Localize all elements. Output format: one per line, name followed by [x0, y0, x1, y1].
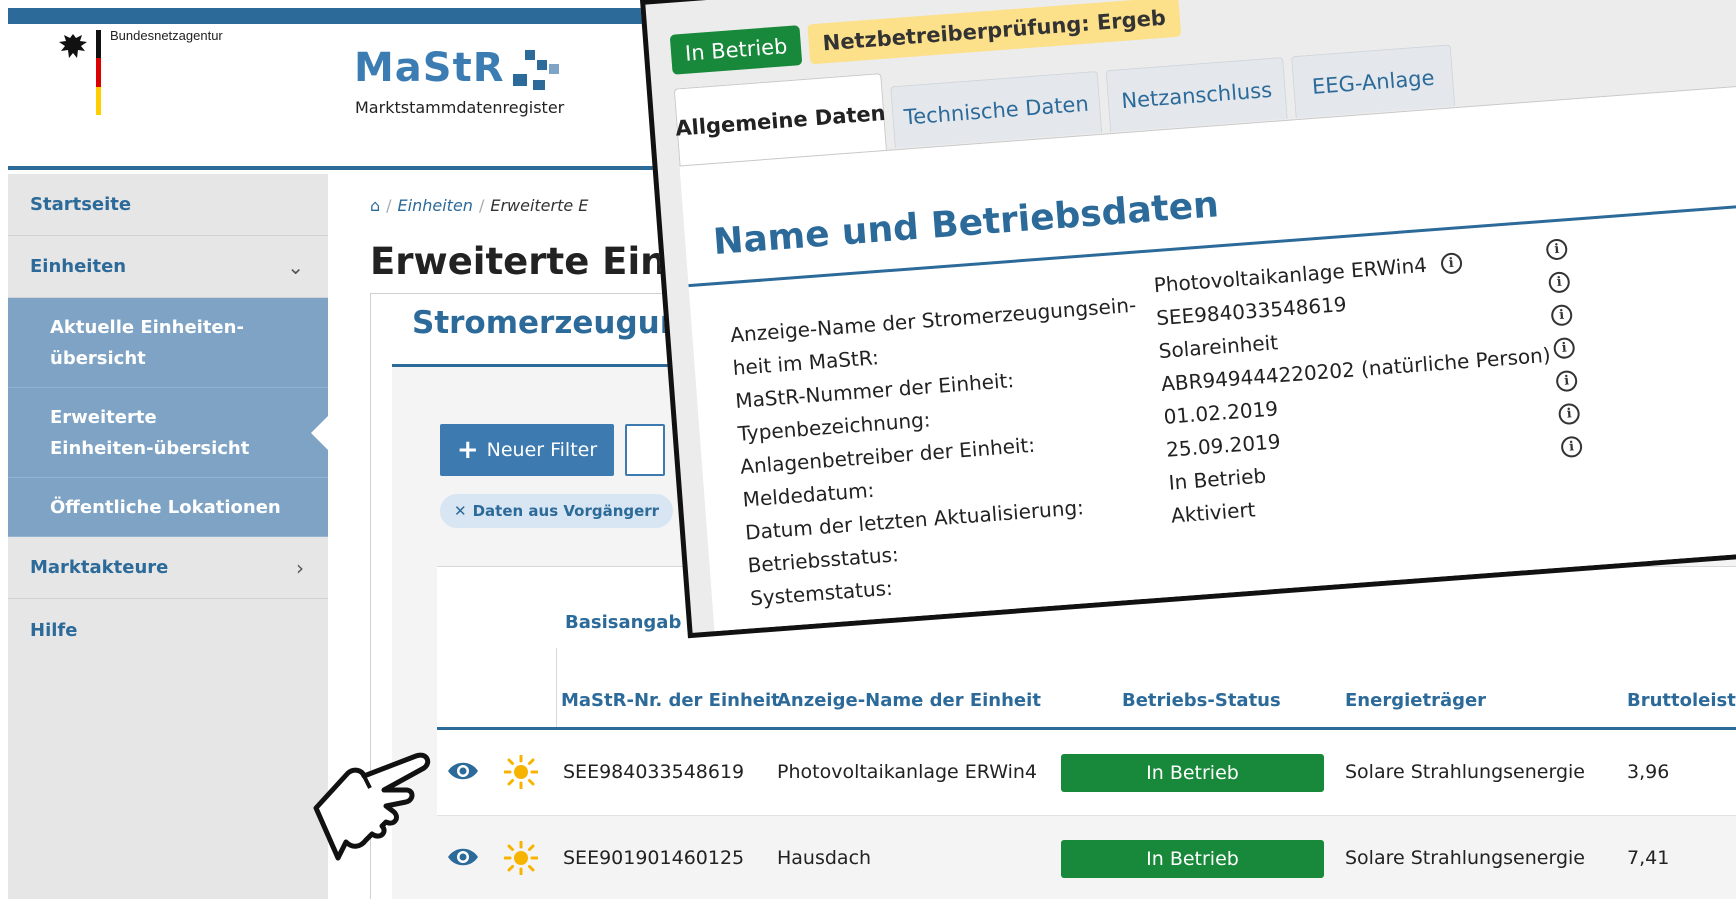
breadcrumb-einheiten[interactable]: Einheiten [398, 196, 473, 215]
info-icon[interactable]: i [1552, 336, 1576, 360]
sidebar-item-startseite[interactable]: Startseite [8, 174, 328, 236]
sidebar-item-label: Marktakteure [30, 557, 169, 578]
section-heading: Stromerzeugun [412, 305, 682, 341]
detail-status-badge: In Betrieb [669, 25, 803, 75]
column-header-mastr-nr[interactable]: MaStR-Nr. der Einheit [561, 690, 780, 711]
sidebar-item-einheiten[interactable]: Einheiten ⌄ [8, 236, 328, 298]
sun-icon [504, 841, 538, 875]
info-icon[interactable]: i [1555, 369, 1578, 393]
detail-values: Photovoltaikanlage ERWin4 i SEE9840335486… [1153, 240, 1562, 533]
cell-name: Hausdach [777, 847, 872, 869]
info-icon[interactable]: i [1439, 252, 1463, 275]
agency-name: Bundesnetzagentur [110, 28, 223, 43]
sidebar-item-label: Öffentliche Lokationen [50, 497, 281, 518]
column-header-power[interactable]: Bruttoleist [1627, 690, 1736, 711]
status-badge: In Betrieb [1061, 840, 1324, 878]
logo-subtitle: Marktstammdatenregister [355, 98, 565, 117]
new-filter-label: Neuer Filter [486, 439, 598, 461]
cell-mastr-nr: SEE901901460125 [563, 847, 745, 869]
home-icon[interactable]: ⌂ [370, 196, 380, 215]
sidebar-item-hilfe[interactable]: Hilfe [8, 599, 328, 661]
german-flag-stripe [96, 30, 101, 115]
eye-icon[interactable] [447, 846, 479, 868]
cell-power: 7,41 [1627, 847, 1670, 869]
unit-detail-panel: In Betrieb Netzbetreiberprüfung: Ergeb A… [640, 0, 1736, 639]
sidebar-item-label: Hilfe [30, 619, 78, 641]
detail-zoom-overlay: In Betrieb Netzbetreiberprüfung: Ergeb A… [640, 0, 1736, 639]
cell-energy: Solare Strahlungsenergie [1345, 847, 1585, 869]
table-row[interactable]: SEE984033548619 Photovoltaikanlage ERWin… [437, 730, 1736, 816]
breadcrumb: ⌂ / Einheiten / Erweiterte E [370, 196, 589, 215]
cell-name: Photovoltaikanlage ERWin4 [777, 761, 1037, 783]
detail-review-badge: Netzbetreiberprüfung: Ergeb [807, 0, 1182, 65]
plus-icon: + [456, 435, 479, 465]
chevron-right-icon: › [296, 555, 304, 580]
status-badge: In Betrieb [1061, 754, 1324, 792]
sidebar-item-label: Startseite [30, 194, 132, 215]
detail-labels: Anzeige-Name der Stromerzeugungsein- hei… [729, 289, 1157, 616]
sidebar-item-label: Erweiterte Einheiten-übersicht [50, 407, 250, 459]
filter-chip-label: Daten aus Vorgängerr [472, 502, 660, 520]
cell-power: 3,96 [1627, 761, 1670, 783]
new-filter-button[interactable]: + Neuer Filter [440, 424, 614, 476]
info-icon[interactable]: i [1557, 402, 1581, 426]
sidebar-item-label: Einheiten [30, 256, 127, 277]
tab-eeg-anlage[interactable]: EEG-Anlage [1291, 44, 1456, 119]
column-group-divider [556, 648, 557, 730]
column-header-name[interactable]: Anzeige-Name der Einheit [777, 690, 1041, 711]
detail-value: Aktiviert [1170, 497, 1257, 528]
page-title: Erweiterte Einh [370, 240, 693, 283]
column-header-energy[interactable]: Energieträger [1345, 690, 1486, 711]
cell-mastr-nr: SEE984033548619 [563, 761, 745, 783]
mastr-logo[interactable]: MaStR . [354, 45, 528, 91]
federal-eagle-icon [59, 34, 87, 58]
chevron-down-icon: ⌄ [287, 254, 304, 279]
info-icon[interactable]: i [1548, 271, 1571, 294]
sidebar-item-marktakteure[interactable]: Marktakteure › [8, 537, 328, 599]
info-icon[interactable]: i [1550, 304, 1573, 327]
info-icon[interactable]: i [1560, 435, 1583, 459]
filter-secondary-button[interactable] [625, 424, 665, 476]
breadcrumb-current: Erweiterte E [490, 196, 589, 215]
column-header-status[interactable]: Betriebs-Status [1122, 690, 1281, 711]
sidebar-item-oeffentliche-lokationen[interactable]: Öffentliche Lokationen [8, 478, 328, 537]
info-icon[interactable]: i [1545, 238, 1569, 261]
close-icon[interactable]: ✕ [454, 502, 467, 520]
pointing-hand-icon [313, 752, 431, 861]
filter-chip[interactable]: ✕ Daten aus Vorgängerr [440, 494, 674, 528]
sun-icon [504, 755, 538, 789]
sidebar-item-erweiterte-einheiten[interactable]: Erweiterte Einheiten-übersicht [8, 388, 328, 478]
sidebar-nav: Startseite Einheiten ⌄ Aktuelle Einheiten… [8, 174, 328, 899]
sidebar-item-label: Aktuelle Einheiten-übersicht [50, 317, 244, 369]
sidebar-item-aktuelle-einheiten[interactable]: Aktuelle Einheiten-übersicht [8, 298, 328, 388]
table-row[interactable]: SEE901901460125 Hausdach In Betrieb Sola… [437, 816, 1736, 899]
eye-icon[interactable] [447, 760, 479, 782]
table-group-header: Basisangab [565, 612, 682, 633]
cell-energy: Solare Strahlungsenergie [1345, 761, 1585, 783]
